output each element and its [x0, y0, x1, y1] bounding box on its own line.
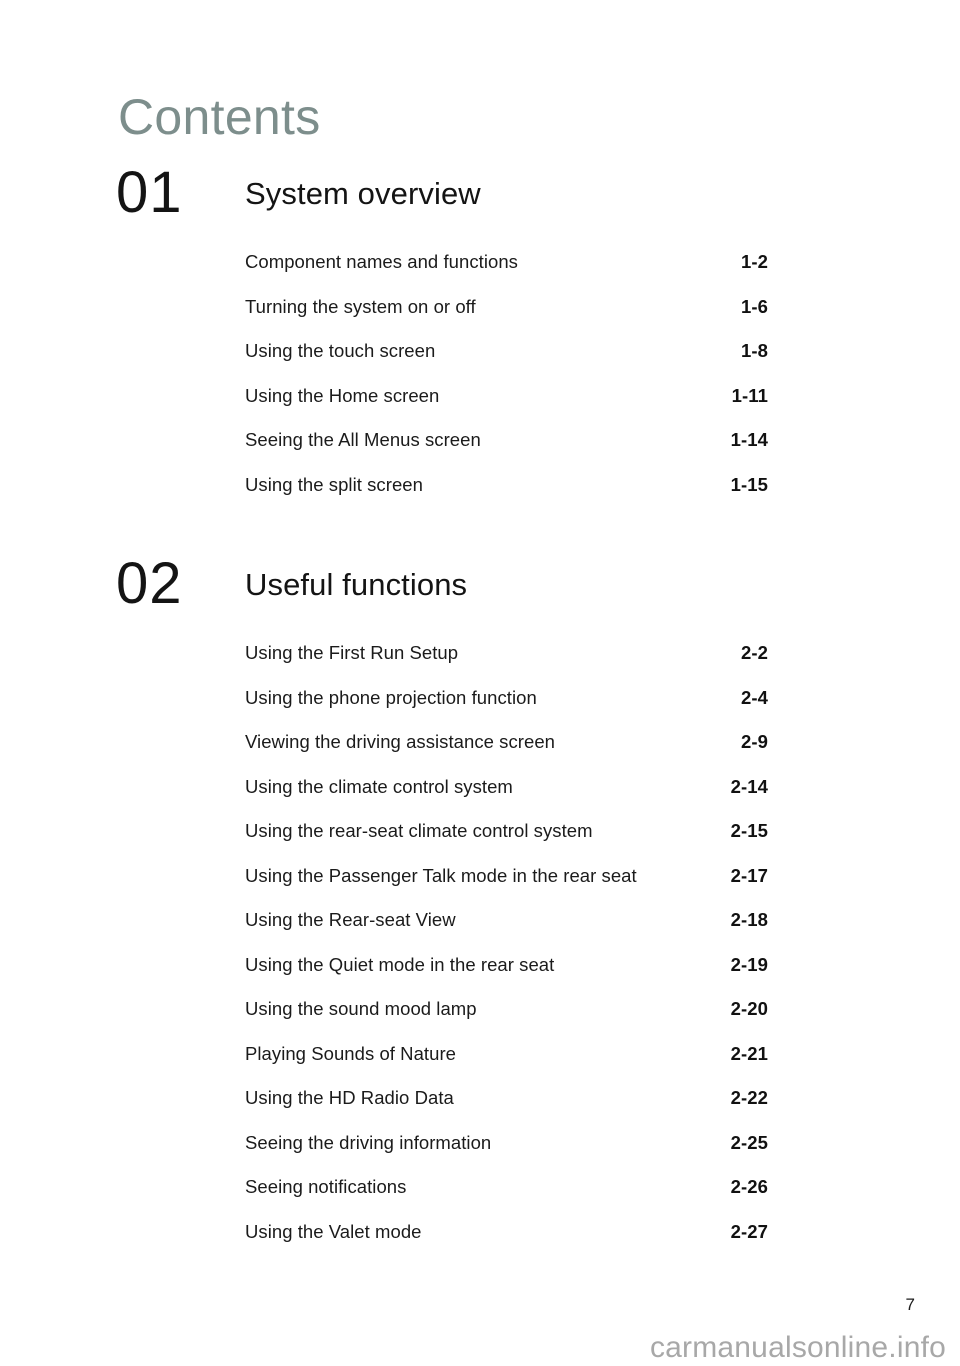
toc-entry[interactable]: Seeing the driving information 2-25	[0, 1129, 960, 1174]
toc-entry-page: 1-8	[740, 340, 768, 361]
toc-entry[interactable]: Using the Valet mode 2-27	[0, 1218, 960, 1263]
toc-entry-page: 2-18	[730, 909, 768, 930]
toc-entry[interactable]: Using the climate control system 2-14	[0, 773, 960, 818]
contents-page: Contents 01 System overview Component name…	[0, 0, 960, 1364]
toc-entry-page: 1-11	[731, 384, 768, 406]
toc-entry-page: 2-14	[730, 775, 768, 797]
toc-entry-page: 1-6	[740, 295, 768, 317]
toc-entry-label: Component names and functions	[245, 251, 518, 272]
toc-entry-list: Component names and functions 1-2 Turning …	[0, 248, 960, 515]
chapter-heading: 01 System overview	[0, 164, 960, 234]
toc-entry-label: Using the touch screen	[245, 340, 436, 361]
toc-entry-label: Seeing the driving information	[245, 1131, 492, 1153]
toc-entry[interactable]: Using the touch screen 1-8	[0, 337, 960, 382]
page-title: Contents	[118, 88, 321, 145]
toc-entry-page: 2-25	[730, 1131, 768, 1153]
toc-entry[interactable]: Using the First Run Setup 2-2	[0, 639, 960, 684]
toc-entry-label: Using the sound mood lamp	[245, 998, 477, 1019]
chapter-number: 01	[116, 160, 183, 225]
toc-entry[interactable]: Using the rear-seat climate control syst…	[0, 817, 960, 862]
toc-entry-page: 2-27	[730, 1220, 768, 1242]
toc-entry[interactable]: Using the HD Radio Data 2-22	[0, 1084, 960, 1129]
toc-entry-label: Using the Rear-seat View	[245, 909, 456, 930]
chapter-title[interactable]: System overview	[245, 178, 481, 209]
toc-entry-label: Using the Valet mode	[245, 1220, 422, 1242]
toc-entry[interactable]: Using the Rear-seat View 2-18	[0, 906, 960, 951]
toc-entry-label: Using the rear-seat climate control syst…	[245, 820, 593, 841]
toc-entry-page: 1-14	[730, 429, 768, 450]
toc-entry-label: Using the split screen	[245, 473, 423, 495]
toc-entry[interactable]: Using the Home screen 1-11	[0, 382, 960, 427]
toc-entry-label: Using the climate control system	[245, 775, 513, 797]
toc-entry-label: Turning the system on or off	[245, 295, 476, 317]
chapter-title[interactable]: Useful functions	[245, 569, 467, 600]
toc-entry-label: Using the phone projection function	[245, 686, 537, 708]
toc-entry-label: Using the First Run Setup	[245, 642, 459, 663]
toc-entry[interactable]: Using the Passenger Talk mode in the rea…	[0, 862, 960, 907]
watermark: carmanualsonline.info	[649, 1331, 946, 1364]
toc-entry[interactable]: Using the sound mood lamp 2-20	[0, 995, 960, 1040]
chapter-heading: 02 Useful functions	[0, 555, 960, 625]
toc-entry-page: 2-19	[730, 953, 768, 975]
toc-entry-label: Seeing the All Menus screen	[245, 429, 481, 450]
toc-entry-page: 2-17	[730, 864, 768, 886]
toc-entry[interactable]: Using the Quiet mode in the rear seat 2-1…	[0, 951, 960, 996]
toc-entry-label: Seeing notifications	[245, 1176, 407, 1197]
toc-entry[interactable]: Viewing the driving assistance screen 2-9	[0, 728, 960, 773]
toc-entry[interactable]: Using the phone projection function 2-4	[0, 684, 960, 729]
toc-entry-label: Viewing the driving assistance screen	[245, 731, 556, 752]
toc-entry[interactable]: Seeing notifications 2-26	[0, 1173, 960, 1218]
toc-entry-page: 1-15	[730, 473, 768, 495]
toc-entry[interactable]: Playing Sounds of Nature 2-21	[0, 1040, 960, 1085]
chapter-number: 02	[116, 551, 183, 616]
toc-entry-page: 2-9	[740, 731, 768, 752]
chapter-list: 01 System overview Component names and fun…	[0, 164, 960, 1306]
toc-entry-label: Using the Home screen	[245, 384, 440, 406]
toc-entry-page: 2-22	[730, 1087, 768, 1108]
toc-entry[interactable]: Turning the system on or off 1-6	[0, 293, 960, 338]
toc-entry-page: 2-15	[730, 820, 768, 841]
toc-entry[interactable]: Using the split screen 1-15	[0, 471, 960, 516]
toc-entry-label: Playing Sounds of Nature	[245, 1042, 456, 1064]
chapter-section: 01 System overview Component names and fun…	[0, 164, 960, 515]
toc-entry-label: Using the HD Radio Data	[245, 1087, 454, 1108]
toc-entry-page: 2-26	[730, 1176, 768, 1197]
toc-entry[interactable]: Seeing the All Menus screen 1-14	[0, 426, 960, 471]
page-number: 7	[905, 1295, 915, 1314]
toc-entry-label: Using the Passenger Talk mode in the rea…	[245, 864, 637, 886]
toc-entry-page: 2-2	[740, 642, 768, 663]
toc-entry-page: 2-20	[730, 998, 768, 1019]
toc-entry-label: Using the Quiet mode in the rear seat	[245, 953, 555, 975]
toc-entry-page: 2-21	[730, 1042, 768, 1064]
toc-entry-list: Using the First Run Setup 2-2 Using the ph…	[0, 639, 960, 1262]
chapter-section: 02 Useful functions Using the First Run Se…	[0, 555, 960, 1262]
toc-entry-page: 2-4	[740, 686, 768, 708]
toc-entry[interactable]: Component names and functions 1-2	[0, 248, 960, 293]
toc-entry-page: 1-2	[740, 251, 768, 272]
